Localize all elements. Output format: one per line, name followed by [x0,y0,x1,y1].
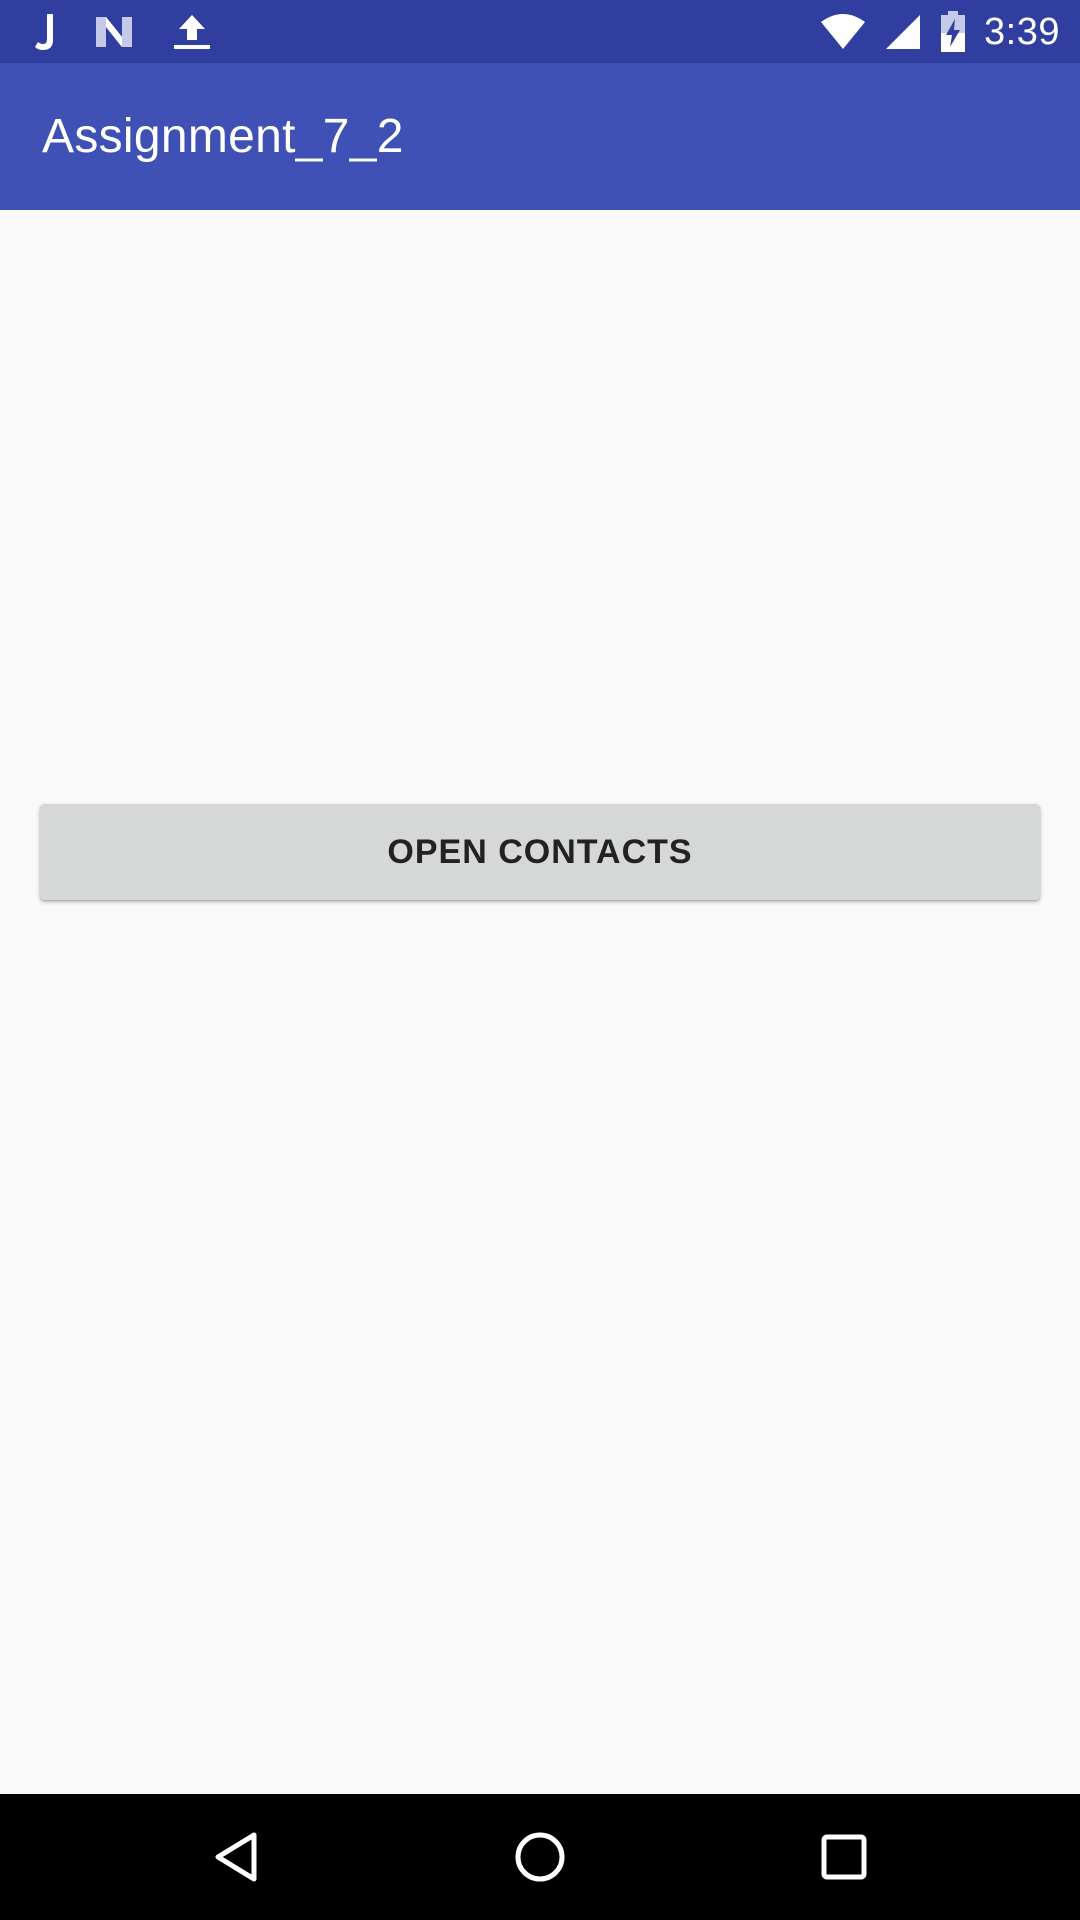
app-title: Assignment_7_2 [42,110,404,163]
back-button[interactable] [166,1794,306,1920]
screen: 3:39 Assignment_7_2 OPEN CONTACTS [0,0,1080,1920]
status-time: 3:39 [984,10,1060,53]
recents-icon [821,1834,867,1880]
cell-signal-icon [884,13,922,51]
open-contacts-button[interactable]: OPEN CONTACTS [40,804,1040,900]
main-content: OPEN CONTACTS [0,210,1080,1794]
recents-button[interactable] [774,1794,914,1920]
j-notification-icon [34,12,56,52]
status-bar: 3:39 [0,0,1080,63]
battery-charging-icon [940,11,966,53]
navigation-bar [0,1794,1080,1920]
status-notifications [34,8,212,56]
n-notification-icon [94,15,134,49]
home-button[interactable] [470,1794,610,1920]
app-bar: Assignment_7_2 [0,63,1080,210]
back-icon [214,1832,258,1882]
status-system: 3:39 [820,8,1060,56]
home-icon [514,1831,566,1883]
wifi-icon [820,14,866,50]
upload-icon [172,12,212,52]
